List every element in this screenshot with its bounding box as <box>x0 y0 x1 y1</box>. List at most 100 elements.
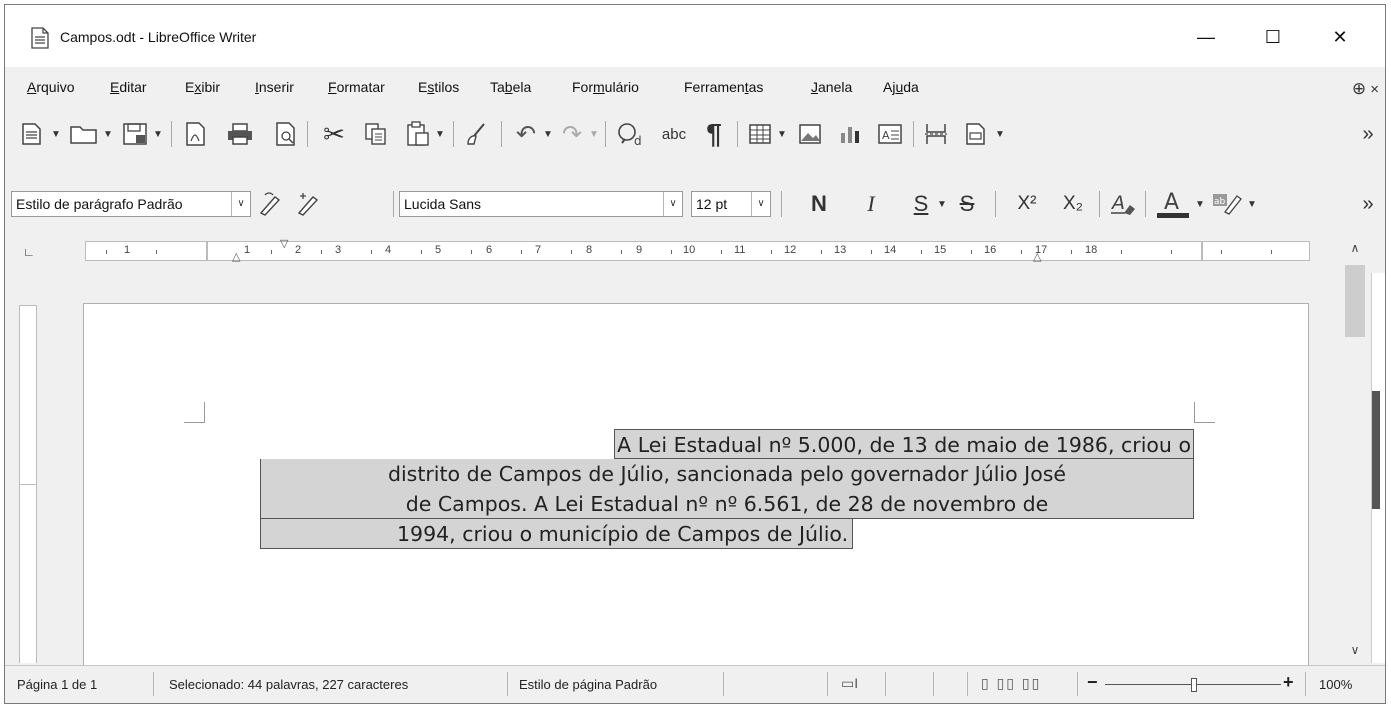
ruler-number: 7 <box>535 244 542 256</box>
formatting-marks-icon[interactable]: ¶ <box>699 117 729 151</box>
undo-icon[interactable]: ↶ <box>511 119 541 149</box>
chevron-down-icon[interactable]: ∨ <box>751 192 770 216</box>
save-icon[interactable] <box>119 119 151 149</box>
new-document-icon[interactable] <box>17 119 47 149</box>
menu-formulario[interactable]: Formulário <box>572 79 639 95</box>
print-preview-icon[interactable] <box>271 119 301 149</box>
insert-image-icon[interactable] <box>795 119 825 149</box>
ruler-tick <box>321 250 322 254</box>
zoom-level[interactable]: 100% <box>1319 677 1352 692</box>
save-dropdown-icon[interactable]: ▼ <box>151 125 165 143</box>
ruler-number: 11 <box>734 244 746 256</box>
right-indent-marker[interactable]: △ <box>1033 250 1041 263</box>
vertical-scrollbar[interactable]: ∧ ∨ <box>1340 235 1370 667</box>
highlight-dropdown-icon[interactable]: ▼ <box>1245 195 1259 213</box>
menu-ajuda[interactable]: Ajuda <box>883 79 919 95</box>
clear-formatting-icon[interactable]: A <box>1105 189 1141 219</box>
open-folder-icon[interactable] <box>67 119 101 149</box>
spellcheck-icon[interactable]: abc <box>655 119 693 149</box>
insert-textbox-icon[interactable]: A <box>875 119 905 149</box>
redo-dropdown-icon[interactable]: ▼ <box>587 125 601 143</box>
ruler-number: 2 <box>295 244 302 256</box>
minimize-button[interactable]: — <box>1183 17 1229 57</box>
new-style-icon[interactable] <box>293 189 325 219</box>
menu-janela[interactable]: Janela <box>811 79 852 95</box>
menu-arquivo[interactable]: Arquivo <box>27 79 74 95</box>
chevron-down-icon[interactable]: ∨ <box>663 192 682 216</box>
insert-table-icon[interactable] <box>745 119 775 149</box>
copy-icon[interactable] <box>361 119 391 149</box>
menu-formatar[interactable]: Formatar <box>328 79 385 95</box>
page-style[interactable]: Estilo de página Padrão <box>519 677 657 692</box>
italic-button[interactable]: I <box>857 189 885 219</box>
globe-icon[interactable]: ⊕ <box>1352 79 1366 98</box>
menu-editar[interactable]: Editar <box>110 79 147 95</box>
selected-text[interactable]: de Campos. A Lei Estadual nº nº 6.561, d… <box>406 492 1049 516</box>
selected-text[interactable]: distrito de Campos de Júlio, sancionada … <box>388 462 1066 486</box>
superscript-button[interactable]: X² <box>1009 189 1045 219</box>
menu-estilos[interactable]: Estilos <box>418 79 459 95</box>
zoom-slider-handle[interactable] <box>1191 678 1197 692</box>
tab-stop-selector[interactable]: ∟ <box>23 245 35 259</box>
view-layout-icon[interactable]: ▯ ▯▯ ▯▯ <box>981 675 1041 692</box>
left-indent-marker[interactable]: △ <box>232 250 240 263</box>
close-button[interactable]: ✕ <box>1317 17 1363 57</box>
font-color-icon[interactable]: A <box>1153 187 1193 221</box>
insert-chart-icon[interactable] <box>835 119 865 149</box>
font-size-combo[interactable]: 12 pt ∨ <box>691 191 771 217</box>
chevron-down-icon[interactable]: ∨ <box>231 192 250 216</box>
more-formatting-icon[interactable]: » <box>1355 189 1381 219</box>
maximize-button[interactable]: ☐ <box>1250 17 1296 57</box>
selection-count[interactable]: Selecionado: 44 palavras, 227 caracteres <box>169 677 408 692</box>
export-pdf-icon[interactable] <box>181 119 211 149</box>
selected-text[interactable]: A Lei Estadual nº 5.000, de 13 de maio d… <box>614 429 1194 459</box>
horizontal-ruler[interactable]: 1 1 2 3 4 5 6 7 8 9 10 11 12 13 14 15 16… <box>85 238 1310 263</box>
zoom-in-icon[interactable]: + <box>1283 672 1294 693</box>
paste-dropdown-icon[interactable]: ▼ <box>433 125 447 143</box>
print-icon[interactable] <box>223 119 257 149</box>
open-dropdown-icon[interactable]: ▼ <box>101 125 115 143</box>
clone-formatting-icon[interactable] <box>461 119 491 149</box>
scroll-thumb[interactable] <box>1345 265 1365 337</box>
table-dropdown-icon[interactable]: ▼ <box>775 125 789 143</box>
undo-dropdown-icon[interactable]: ▼ <box>541 125 555 143</box>
field-dropdown-icon[interactable]: ▼ <box>993 125 1007 143</box>
paste-icon[interactable] <box>403 119 433 149</box>
scroll-down-arrow-icon[interactable]: ∨ <box>1340 643 1370 657</box>
more-toolbar-icon[interactable]: » <box>1355 119 1381 149</box>
page-break-icon[interactable] <box>921 119 951 149</box>
scroll-up-arrow-icon[interactable]: ∧ <box>1340 241 1370 255</box>
selected-text[interactable]: 1994, criou o município de Campos de Júl… <box>260 519 854 549</box>
menu-bar: Arquivo Editar Exibir Inserir Formatar E… <box>5 75 1385 101</box>
find-replace-icon[interactable]: d <box>613 119 647 149</box>
update-style-icon[interactable] <box>255 189 287 219</box>
close-document-button[interactable]: × <box>1370 81 1379 98</box>
redo-icon[interactable]: ↷ <box>557 119 587 149</box>
first-line-indent-marker[interactable]: ▽ <box>280 237 288 250</box>
insert-mode-icon[interactable]: ▭I <box>841 675 858 692</box>
font-color-dropdown-icon[interactable]: ▼ <box>1193 195 1207 213</box>
bold-button[interactable]: N <box>805 189 833 219</box>
insert-field-icon[interactable] <box>961 119 991 149</box>
menu-ferramentas[interactable]: Ferramentas <box>684 79 763 95</box>
cut-icon[interactable]: ✂ <box>317 119 351 149</box>
new-dropdown-icon[interactable]: ▼ <box>49 125 63 143</box>
separator <box>1099 191 1100 217</box>
separator <box>1305 672 1306 696</box>
document-page[interactable]: A Lei Estadual nº 5.000, de 13 de maio d… <box>83 303 1309 683</box>
vertical-ruler[interactable] <box>19 305 37 663</box>
zoom-out-icon[interactable]: − <box>1087 672 1098 693</box>
selected-paragraph[interactable]: A Lei Estadual nº 5.000, de 13 de maio d… <box>260 429 1194 549</box>
highlight-color-icon[interactable]: ab <box>1209 187 1245 221</box>
menu-tabela[interactable]: Tabela <box>490 79 531 95</box>
underline-dropdown-icon[interactable]: ▼ <box>935 195 949 213</box>
strikethrough-button[interactable]: S <box>953 189 981 219</box>
menu-inserir[interactable]: Inserir <box>255 79 294 95</box>
underline-button[interactable]: S <box>907 189 935 219</box>
subscript-button[interactable]: X₂ <box>1055 189 1091 219</box>
font-name-combo[interactable]: Lucida Sans ∨ <box>399 191 683 217</box>
menu-exibir[interactable]: Exibir <box>185 79 220 95</box>
page-count[interactable]: Página 1 de 1 <box>17 677 97 692</box>
paragraph-style-combo[interactable]: Estilo de parágrafo Padrão ∨ <box>11 191 251 217</box>
sidebar-toggle[interactable] <box>1372 391 1380 509</box>
